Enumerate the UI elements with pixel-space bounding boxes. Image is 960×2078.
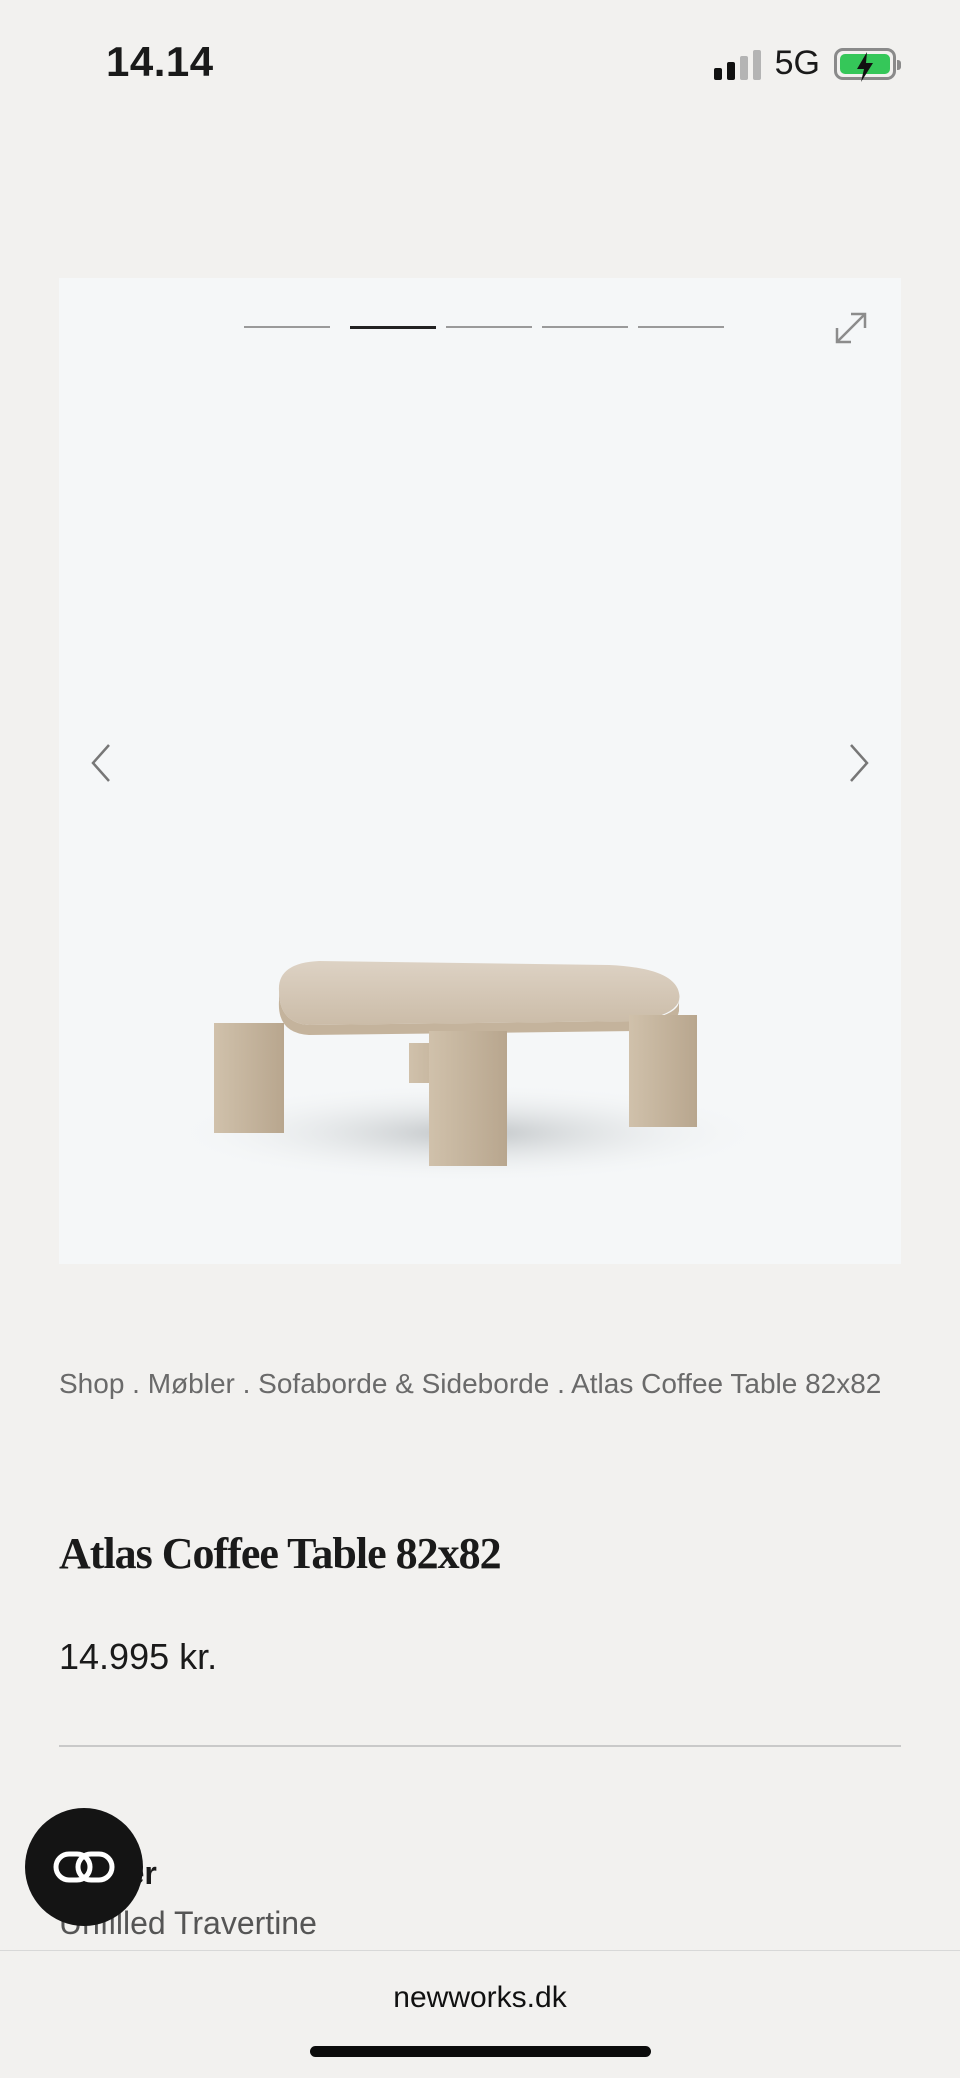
slide-indicator[interactable] — [638, 326, 724, 328]
browser-url-bar[interactable]: newworks.dk — [0, 1950, 960, 2078]
product-image-atlas-coffee-table — [169, 961, 769, 1183]
url-text[interactable]: newworks.dk — [0, 1981, 960, 2015]
network-type: 5G — [774, 44, 820, 82]
slide-progress — [244, 326, 724, 329]
home-indicator[interactable] — [310, 2046, 651, 2057]
slide-indicator[interactable] — [542, 326, 628, 328]
breadcrumb[interactable]: Shop . Møbler . Sofaborde & Sideborde . … — [59, 1362, 901, 1406]
product-title: Atlas Coffee Table 82x82 — [59, 1529, 502, 1578]
signal-icon — [713, 48, 761, 80]
expand-icon[interactable] — [831, 308, 871, 348]
link-icon[interactable] — [25, 1808, 143, 1926]
slide-indicator[interactable] — [446, 326, 532, 328]
slide-indicator[interactable] — [244, 326, 330, 328]
status-indicators: 5G — [713, 44, 901, 83]
status-time: 14.14 — [106, 38, 214, 85]
status-bar: 14.14 5G — [0, 0, 960, 130]
battery-charging-icon — [834, 47, 901, 82]
chevron-right-icon[interactable] — [839, 733, 879, 793]
product-gallery[interactable] — [59, 278, 901, 1264]
product-price: 14.995 kr. — [59, 1636, 218, 1677]
slide-indicator-active[interactable] — [350, 326, 436, 329]
chevron-left-icon[interactable] — [81, 733, 121, 793]
divider — [59, 1745, 901, 1747]
